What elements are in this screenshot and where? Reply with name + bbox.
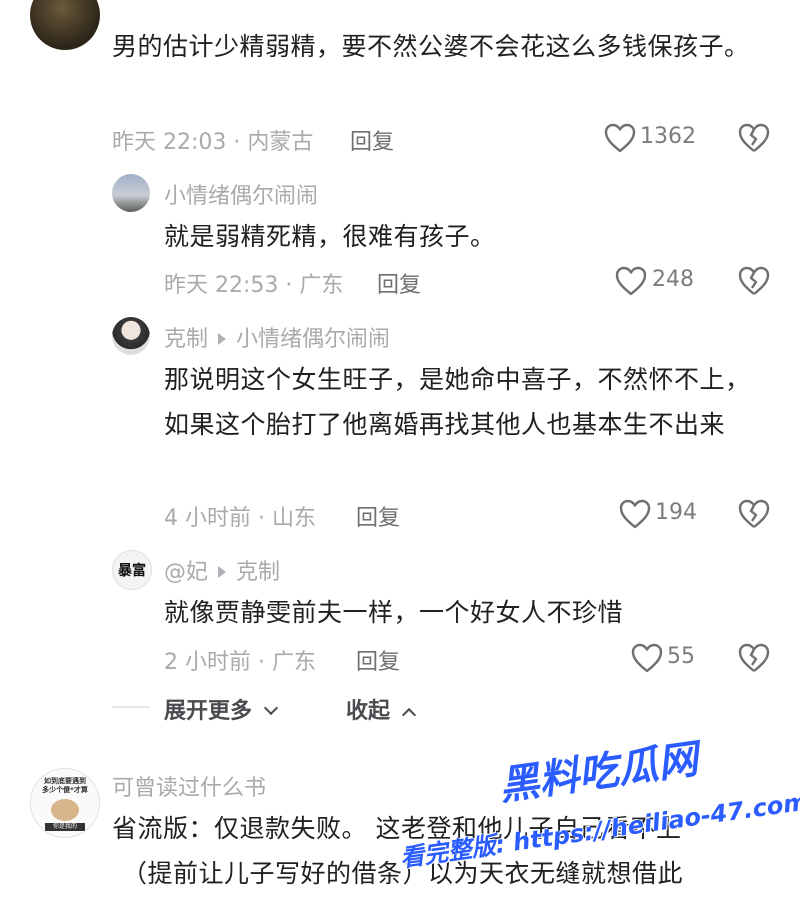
heart-icon[interactable] [615, 266, 647, 296]
avatar[interactable]: 暴富 [112, 550, 152, 590]
like-count: 248 [652, 267, 694, 292]
author-name[interactable]: @妃 [164, 560, 208, 585]
reply-arrow-icon [218, 333, 227, 345]
comment-text: 就像贾静雯前夫一样，一个好女人不珍惜 [164, 598, 624, 627]
comment-author[interactable]: 可曾读过什么书 [112, 770, 266, 802]
comment-meta: 4 小时前 · 山东 [164, 506, 316, 531]
comment-meta: 昨天 22:53 · 广东 [164, 273, 344, 298]
dislike-broken-heart-icon[interactable] [738, 643, 770, 673]
avatar[interactable] [112, 174, 150, 212]
like-count: 55 [667, 644, 695, 669]
avatar-bottom-label: 你是我的 [45, 823, 85, 831]
comment-author[interactable]: 克制 小情绪偶尔闹闹 [164, 321, 390, 353]
comment-author[interactable]: 小情绪偶尔闹闹 [164, 178, 318, 210]
avatar[interactable] [30, 0, 100, 50]
heart-icon[interactable] [619, 499, 651, 529]
comment-meta: 2 小时前 · 广东 [164, 650, 316, 675]
author-name[interactable]: 克制 [164, 327, 208, 352]
chevron-up-icon [401, 707, 416, 723]
comment-meta: 昨天 22:03 · 内蒙古 [112, 130, 314, 155]
like-count: 1362 [640, 124, 696, 149]
reply-button[interactable]: 回复 [377, 267, 421, 299]
reply-button[interactable]: 回复 [356, 500, 400, 532]
avatar-badge-text: 暴富 [118, 563, 146, 579]
comment-text: 男的估计少精弱精，要不然公婆不会花这么多钱保孩子。 [112, 32, 750, 61]
collapse-label: 收起 [346, 699, 391, 724]
avatar[interactable] [112, 317, 150, 355]
expand-label: 展开更多 [164, 699, 253, 724]
comment-text: 就是弱精死精，很难有孩子。 [164, 222, 496, 251]
reply-arrow-icon [218, 566, 227, 578]
reply-button[interactable]: 回复 [356, 644, 400, 676]
heart-icon[interactable] [631, 643, 663, 673]
avatar[interactable]: 如到底要遇到 多少个傻*才算 你是我的 [30, 768, 100, 838]
reply-to-name[interactable]: 克制 [236, 560, 280, 585]
collapse-button[interactable]: 收起 [346, 693, 416, 725]
thread-divider [112, 706, 150, 708]
heart-icon[interactable] [604, 123, 636, 153]
reply-to-name[interactable]: 小情绪偶尔闹闹 [236, 327, 390, 352]
avatar-caption-text: 如到底要遇到 多少个傻*才算 [42, 777, 88, 794]
avatar-figure [51, 799, 79, 821]
expand-more-button[interactable]: 展开更多 [164, 693, 278, 725]
like-count: 194 [655, 500, 697, 525]
watermark-title: 黑料吃瓜网 [496, 736, 701, 810]
comment-author[interactable]: @妃 克制 [164, 554, 280, 586]
reply-button[interactable]: 回复 [350, 124, 394, 156]
dislike-broken-heart-icon[interactable] [738, 499, 770, 529]
dislike-broken-heart-icon[interactable] [738, 123, 770, 153]
comment-text: 那说明这个女生旺子，是她命中喜子，不然怀不上，如果这个胎打了他离婚再找其他人也基… [164, 365, 751, 439]
chevron-down-icon [263, 700, 278, 716]
dislike-broken-heart-icon[interactable] [738, 266, 770, 296]
